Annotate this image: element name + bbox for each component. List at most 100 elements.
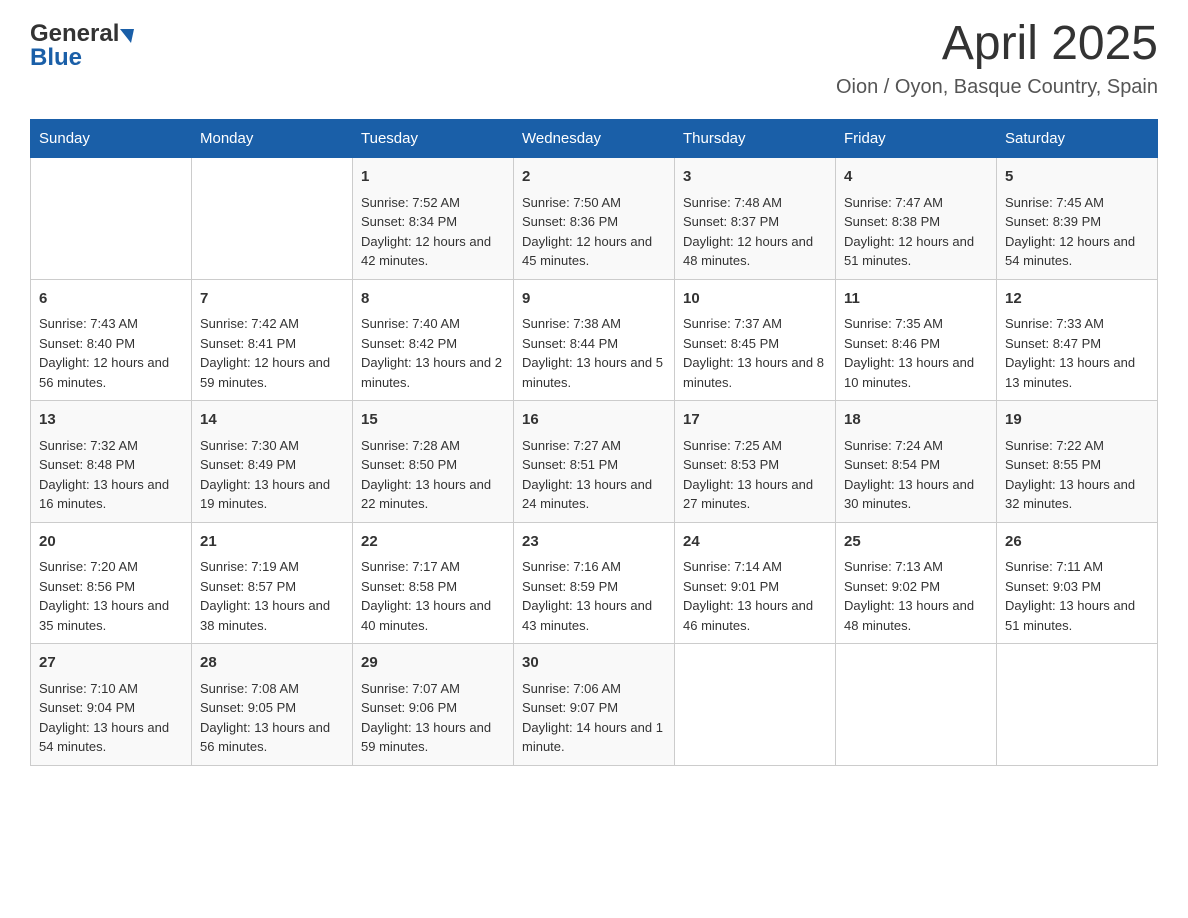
day-info: Sunrise: 7:28 AMSunset: 8:50 PMDaylight:… — [361, 438, 491, 512]
day-number: 1 — [361, 166, 505, 189]
day-number: 22 — [361, 531, 505, 554]
calendar-cell: 28 Sunrise: 7:08 AMSunset: 9:05 PMDayligh… — [192, 644, 353, 766]
day-number: 25 — [844, 531, 988, 554]
day-number: 4 — [844, 166, 988, 189]
calendar-cell: 17Sunrise: 7:25 AMSunset: 8:53 PMDayligh… — [675, 401, 836, 523]
calendar-cell: 13 Sunrise: 7:32 AMSunset: 8:48 PMDayligh… — [31, 401, 192, 523]
calendar-cell: 20 Sunrise: 7:20 AMSunset: 8:56 PMDayligh… — [31, 522, 192, 644]
calendar-cell: 15 Sunrise: 7:28 AMSunset: 8:50 PMDayligh… — [353, 401, 514, 523]
page-subtitle: Oion / Oyon, Basque Country, Spain — [836, 76, 1158, 99]
day-info: Sunrise: 7:35 AMSunset: 8:46 PMDaylight:… — [844, 316, 974, 390]
day-number: 7 — [200, 288, 344, 311]
calendar-cell: 4 Sunrise: 7:47 AMSunset: 8:38 PMDaylight… — [836, 158, 997, 280]
day-number: 14 — [200, 409, 344, 432]
logo-blue: Blue — [30, 44, 82, 72]
day-info: Sunrise: 7:48 AMSunset: 8:37 PMDaylight:… — [683, 195, 813, 269]
calendar-week-row: 20 Sunrise: 7:20 AMSunset: 8:56 PMDayligh… — [31, 522, 1158, 644]
calendar-cell: 10 Sunrise: 7:37 AMSunset: 8:45 PMDayligh… — [675, 279, 836, 401]
calendar-cell: 7 Sunrise: 7:42 AMSunset: 8:41 PMDaylight… — [192, 279, 353, 401]
day-info: Sunrise: 7:14 AMSunset: 9:01 PMDaylight:… — [683, 559, 813, 633]
day-info: Sunrise: 7:40 AMSunset: 8:42 PMDaylight:… — [361, 316, 502, 390]
day-number: 15 — [361, 409, 505, 432]
calendar-cell: 12 Sunrise: 7:33 AMSunset: 8:47 PMDayligh… — [997, 279, 1158, 401]
day-info: Sunrise: 7:37 AMSunset: 8:45 PMDaylight:… — [683, 316, 824, 390]
calendar-cell: 3Sunrise: 7:48 AMSunset: 8:37 PMDaylight… — [675, 158, 836, 280]
calendar-cell: 8 Sunrise: 7:40 AMSunset: 8:42 PMDaylight… — [353, 279, 514, 401]
day-info: Sunrise: 7:13 AMSunset: 9:02 PMDaylight:… — [844, 559, 974, 633]
day-number: 12 — [1005, 288, 1149, 311]
day-info: Sunrise: 7:20 AMSunset: 8:56 PMDaylight:… — [39, 559, 169, 633]
day-info: Sunrise: 7:22 AMSunset: 8:55 PMDaylight:… — [1005, 438, 1135, 512]
weekday-header-tuesday: Tuesday — [353, 120, 514, 158]
calendar-cell: 16Sunrise: 7:27 AMSunset: 8:51 PMDayligh… — [514, 401, 675, 523]
weekday-header-monday: Monday — [192, 120, 353, 158]
day-info: Sunrise: 7:47 AMSunset: 8:38 PMDaylight:… — [844, 195, 974, 269]
day-info: Sunrise: 7:11 AMSunset: 9:03 PMDaylight:… — [1005, 559, 1135, 633]
day-info: Sunrise: 7:42 AMSunset: 8:41 PMDaylight:… — [200, 316, 330, 390]
calendar-table: SundayMondayTuesdayWednesdayThursdayFrid… — [30, 119, 1158, 766]
day-info: Sunrise: 7:17 AMSunset: 8:58 PMDaylight:… — [361, 559, 491, 633]
day-info: Sunrise: 7:16 AMSunset: 8:59 PMDaylight:… — [522, 559, 652, 633]
day-number: 13 — [39, 409, 183, 432]
calendar-cell: 30Sunrise: 7:06 AMSunset: 9:07 PMDayligh… — [514, 644, 675, 766]
day-info: Sunrise: 7:43 AMSunset: 8:40 PMDaylight:… — [39, 316, 169, 390]
day-number: 23 — [522, 531, 666, 554]
calendar-cell: 27 Sunrise: 7:10 AMSunset: 9:04 PMDayligh… — [31, 644, 192, 766]
weekday-header-saturday: Saturday — [997, 120, 1158, 158]
day-number: 9 — [522, 288, 666, 311]
day-info: Sunrise: 7:30 AMSunset: 8:49 PMDaylight:… — [200, 438, 330, 512]
day-number: 8 — [361, 288, 505, 311]
calendar-week-row: 6 Sunrise: 7:43 AMSunset: 8:40 PMDaylight… — [31, 279, 1158, 401]
day-info: Sunrise: 7:19 AMSunset: 8:57 PMDaylight:… — [200, 559, 330, 633]
day-info: Sunrise: 7:45 AMSunset: 8:39 PMDaylight:… — [1005, 195, 1135, 269]
day-info: Sunrise: 7:38 AMSunset: 8:44 PMDaylight:… — [522, 316, 663, 390]
day-number: 28 — [200, 652, 344, 675]
calendar-cell — [997, 644, 1158, 766]
day-number: 29 — [361, 652, 505, 675]
day-number: 27 — [39, 652, 183, 675]
day-info: Sunrise: 7:10 AMSunset: 9:04 PMDaylight:… — [39, 681, 169, 755]
day-info: Sunrise: 7:07 AMSunset: 9:06 PMDaylight:… — [361, 681, 491, 755]
day-number: 17 — [683, 409, 827, 432]
day-info: Sunrise: 7:33 AMSunset: 8:47 PMDaylight:… — [1005, 316, 1135, 390]
weekday-header-sunday: Sunday — [31, 120, 192, 158]
day-number: 19 — [1005, 409, 1149, 432]
day-info: Sunrise: 7:27 AMSunset: 8:51 PMDaylight:… — [522, 438, 652, 512]
day-number: 2 — [522, 166, 666, 189]
weekday-header-wednesday: Wednesday — [514, 120, 675, 158]
logo-arrow-icon — [120, 29, 134, 43]
calendar-cell: 6 Sunrise: 7:43 AMSunset: 8:40 PMDaylight… — [31, 279, 192, 401]
calendar-cell: 19 Sunrise: 7:22 AMSunset: 8:55 PMDayligh… — [997, 401, 1158, 523]
day-info: Sunrise: 7:32 AMSunset: 8:48 PMDaylight:… — [39, 438, 169, 512]
calendar-cell: 24Sunrise: 7:14 AMSunset: 9:01 PMDayligh… — [675, 522, 836, 644]
weekday-header-thursday: Thursday — [675, 120, 836, 158]
calendar-cell — [675, 644, 836, 766]
logo: General Blue — [30, 20, 134, 72]
day-info: Sunrise: 7:08 AMSunset: 9:05 PMDaylight:… — [200, 681, 330, 755]
calendar-cell: 21Sunrise: 7:19 AMSunset: 8:57 PMDayligh… — [192, 522, 353, 644]
calendar-cell: 22 Sunrise: 7:17 AMSunset: 8:58 PMDayligh… — [353, 522, 514, 644]
calendar-cell: 18 Sunrise: 7:24 AMSunset: 8:54 PMDayligh… — [836, 401, 997, 523]
title-area: April 2025 Oion / Oyon, Basque Country, … — [836, 20, 1158, 99]
day-number: 20 — [39, 531, 183, 554]
calendar-cell: 23 Sunrise: 7:16 AMSunset: 8:59 PMDayligh… — [514, 522, 675, 644]
page-header: General Blue April 2025 Oion / Oyon, Bas… — [30, 20, 1158, 99]
calendar-header-row: SundayMondayTuesdayWednesdayThursdayFrid… — [31, 120, 1158, 158]
calendar-cell: 2Sunrise: 7:50 AMSunset: 8:36 PMDaylight… — [514, 158, 675, 280]
weekday-header-friday: Friday — [836, 120, 997, 158]
day-info: Sunrise: 7:24 AMSunset: 8:54 PMDaylight:… — [844, 438, 974, 512]
day-number: 10 — [683, 288, 827, 311]
day-number: 6 — [39, 288, 183, 311]
day-number: 30 — [522, 652, 666, 675]
calendar-cell: 9 Sunrise: 7:38 AMSunset: 8:44 PMDaylight… — [514, 279, 675, 401]
calendar-cell: 29 Sunrise: 7:07 AMSunset: 9:06 PMDayligh… — [353, 644, 514, 766]
calendar-cell: 11 Sunrise: 7:35 AMSunset: 8:46 PMDayligh… — [836, 279, 997, 401]
calendar-cell — [192, 158, 353, 280]
calendar-week-row: 27 Sunrise: 7:10 AMSunset: 9:04 PMDayligh… — [31, 644, 1158, 766]
day-number: 26 — [1005, 531, 1149, 554]
calendar-week-row: 1Sunrise: 7:52 AMSunset: 8:34 PMDaylight… — [31, 158, 1158, 280]
day-number: 11 — [844, 288, 988, 311]
calendar-cell: 1Sunrise: 7:52 AMSunset: 8:34 PMDaylight… — [353, 158, 514, 280]
calendar-cell: 5Sunrise: 7:45 AMSunset: 8:39 PMDaylight… — [997, 158, 1158, 280]
day-number: 18 — [844, 409, 988, 432]
